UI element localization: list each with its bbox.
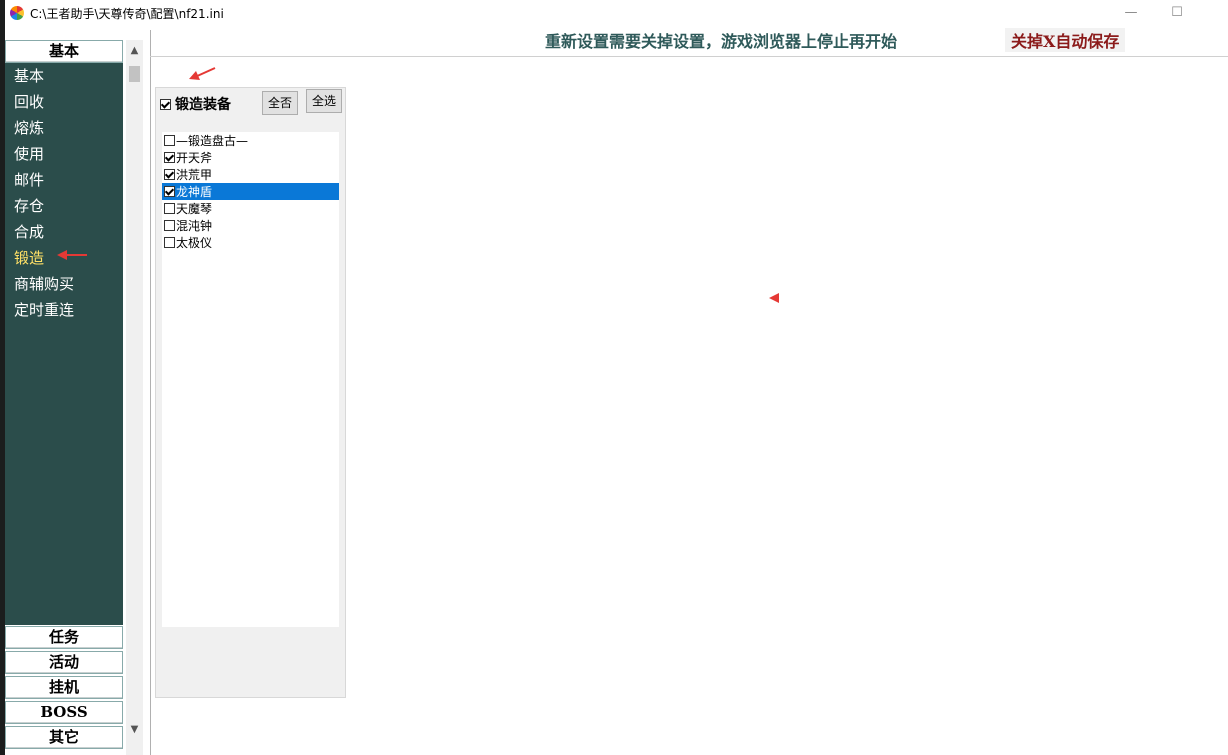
nav-group-idle-button[interactable]: 挂机 <box>5 676 123 699</box>
nav-scrollbar[interactable]: ▲ ▼ <box>126 40 143 755</box>
forge-equipment-label: 锻造装备 <box>175 97 231 113</box>
maximize-button[interactable]: ☐ <box>1154 0 1200 26</box>
item-checkbox[interactable] <box>164 186 175 197</box>
header-divider <box>150 56 1228 57</box>
title-bar: C:\王者助手\天尊传奇\配置\nf21.ini — ☐ <box>5 0 1228 26</box>
forge-equipment-checkbox[interactable] <box>160 98 171 110</box>
annotation-arrow-icon <box>189 67 216 80</box>
item-label: 龙神盾 <box>176 185 213 199</box>
nav-item-timed-reconnect[interactable]: 定时重连 <box>14 299 74 320</box>
nav-group-basic-button[interactable]: 基本 <box>5 40 123 63</box>
window-title: C:\王者助手\天尊传奇\配置\nf21.ini <box>30 7 224 21</box>
item-label: 天魔琴 <box>176 202 213 216</box>
list-item[interactable]: 混沌钟 <box>162 217 339 234</box>
item-checkbox[interactable] <box>164 135 175 146</box>
item-label: 洪荒甲 <box>176 168 213 182</box>
list-item[interactable]: —锻造盘古— <box>162 132 339 149</box>
nav-group-boss-button[interactable]: BOSS <box>5 701 123 724</box>
nav-item-forge[interactable]: 锻造 <box>14 247 44 268</box>
nav-item-shop-purchase[interactable]: 商辅购买 <box>14 273 74 294</box>
select-none-button[interactable]: 全否 <box>262 91 298 115</box>
item-label: 混沌钟 <box>176 219 213 233</box>
restart-notice: 重新设置需要关掉设置，游戏浏览器上停止再开始 <box>545 32 898 51</box>
nav-group-activity-button[interactable]: 活动 <box>5 651 123 674</box>
left-navigation: 基本 基本 回收 熔炼 使用 邮件 存仓 合成 锻造 商辅购买 定时重连 任务 … <box>5 40 123 755</box>
list-item[interactable]: 天魔琴 <box>162 200 339 217</box>
nav-item-synthesize[interactable]: 合成 <box>14 221 44 242</box>
list-item[interactable]: 龙神盾 <box>162 183 339 200</box>
nav-group-task-label: 任务 <box>48 628 79 646</box>
forge-item-list: —锻造盘古— 开天斧 洪荒甲 龙神盾 天魔琴 混沌钟 太极仪 <box>162 132 339 627</box>
item-label: —锻造盘古— <box>176 134 249 148</box>
item-label: 开天斧 <box>176 151 213 165</box>
nav-group-other-button[interactable]: 其它 <box>5 726 123 749</box>
nav-group-idle-label: 挂机 <box>48 678 79 696</box>
scroll-thumb[interactable] <box>129 66 140 82</box>
scroll-up-icon[interactable]: ▲ <box>126 42 143 59</box>
item-checkbox[interactable] <box>164 220 175 231</box>
nav-item-use[interactable]: 使用 <box>14 143 44 164</box>
nav-group-activity-label: 活动 <box>48 653 79 671</box>
scroll-down-icon[interactable]: ▼ <box>126 721 143 738</box>
app-logo-icon <box>10 6 24 20</box>
app-window: C:\王者助手\天尊传奇\配置\nf21.ini — ☐ 基本 基本 回收 熔炼… <box>5 0 1228 755</box>
item-label: 太极仪 <box>176 236 213 250</box>
minimize-button[interactable]: — <box>1108 0 1154 26</box>
nav-item-smelt[interactable]: 熔炼 <box>14 117 44 138</box>
forge-equipment-toggle[interactable]: 锻造装备 <box>160 94 231 114</box>
select-all-button[interactable]: 全选 <box>306 89 342 113</box>
nav-item-recycle[interactable]: 回收 <box>14 91 44 112</box>
nav-item-basic[interactable]: 基本 <box>14 65 44 86</box>
item-checkbox[interactable] <box>164 152 175 163</box>
list-item[interactable]: 洪荒甲 <box>162 166 339 183</box>
nav-item-mail[interactable]: 邮件 <box>14 169 44 190</box>
content-divider <box>150 30 151 755</box>
annotation-arrow-icon <box>57 250 87 260</box>
forge-settings-panel: 锻造装备 全否 全选 —锻造盘古— 开天斧 洪荒甲 龙神盾 天魔琴 混沌钟 太极… <box>155 87 346 698</box>
nav-group-basic-label: 基本 <box>48 42 79 60</box>
nav-group-task-button[interactable]: 任务 <box>5 626 123 649</box>
item-checkbox[interactable] <box>164 169 175 180</box>
autosave-notice: 关掉X自动保存 <box>1005 28 1126 52</box>
item-checkbox[interactable] <box>164 203 175 214</box>
nav-group-other-label: 其它 <box>48 728 79 746</box>
nav-group-boss-label: BOSS <box>40 703 88 721</box>
nav-item-storage[interactable]: 存仓 <box>14 195 44 216</box>
annotation-arrow-icon <box>769 293 779 303</box>
item-checkbox[interactable] <box>164 237 175 248</box>
list-item[interactable]: 太极仪 <box>162 234 339 251</box>
list-item[interactable]: 开天斧 <box>162 149 339 166</box>
nav-item-list: 基本 回收 熔炼 使用 邮件 存仓 合成 锻造 商辅购买 定时重连 <box>5 63 123 625</box>
